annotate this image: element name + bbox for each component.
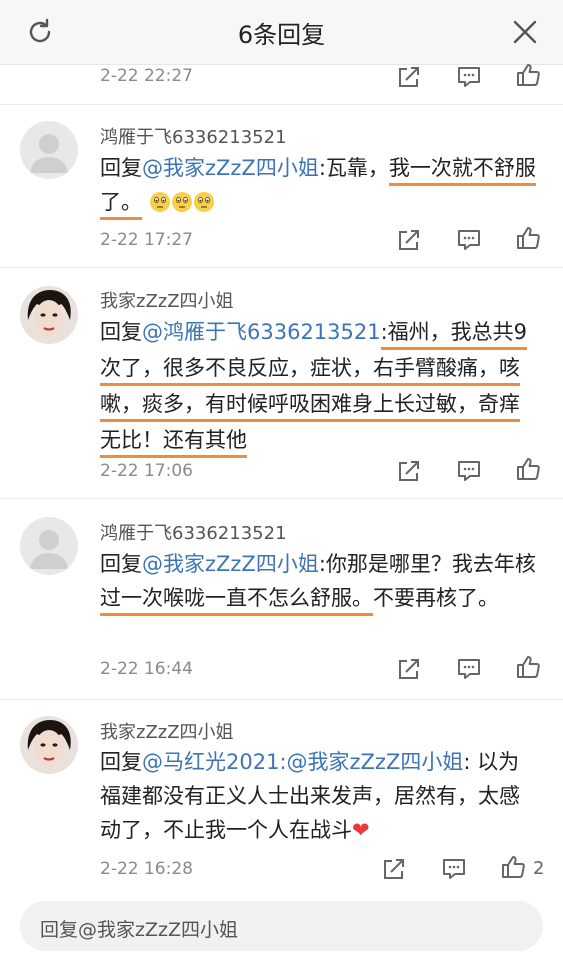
comment-icon[interactable] [456, 64, 482, 90]
mention-link[interactable]: :@我家zZzZ四小姐 [279, 750, 463, 774]
comment-text: 回复@我家zZzZ四小姐:瓦靠，我一次就不舒服了。 [100, 151, 540, 220]
timestamp: 2-22 17:06 [100, 461, 193, 481]
timestamp: 2-22 22:27 [100, 66, 193, 86]
text: :瓦靠， [318, 156, 389, 180]
avatar-user[interactable] [20, 286, 78, 344]
avatar-default[interactable] [20, 517, 78, 575]
mention-link[interactable]: @我家zZzZ四小姐 [142, 156, 319, 180]
avatar-user[interactable] [20, 716, 78, 774]
like-icon[interactable] [515, 225, 541, 251]
mention-link[interactable]: @鸿雁于飞6336213521 [142, 320, 381, 344]
mention-link[interactable]: @我家zZzZ四小姐 [142, 552, 319, 576]
dialog-header: 6条回复 [0, 0, 563, 65]
timestamp: 2-22 17:27 [100, 230, 193, 250]
avatar-default[interactable] [20, 121, 78, 179]
close-icon[interactable] [512, 19, 538, 45]
text: :你那是哪里？我去年核 [318, 552, 536, 576]
comment-text: 回复@马红光2021:@我家zZzZ四小姐: 以为福建都没有正义人士出来发声，居… [100, 745, 540, 847]
reply-prefix: 回复 [100, 156, 142, 180]
username[interactable]: 鸿雁于飞6336213521 [100, 123, 287, 149]
comment-item: 鸿雁于飞6336213521 回复@我家zZzZ四小姐:瓦靠，我一次就不舒服了。… [0, 105, 563, 268]
comment-text: 回复@鸿雁于飞6336213521:福州，我总共9次了，很多不良反应，症状，右手… [100, 314, 540, 458]
text: 不要再核了。 [373, 586, 499, 610]
hmm-emoji-icon [193, 192, 214, 212]
share-icon[interactable] [396, 227, 422, 253]
reply-prefix: 回复 [100, 750, 142, 774]
highlighted-text: 过一次喉咙一直不怎么舒服。 [100, 586, 373, 616]
comment-text: 回复@我家zZzZ四小姐:你那是哪里？我去年核过一次喉咙一直不怎么舒服。不要再核… [100, 547, 540, 616]
username[interactable]: 鸿雁于飞6336213521 [100, 519, 287, 545]
hmm-emoji-icon [171, 192, 192, 212]
dialog-title: 6条回复 [237, 21, 326, 49]
like-icon[interactable] [515, 654, 541, 680]
share-icon[interactable] [396, 64, 422, 90]
heart-emoji: ❤ [352, 818, 370, 842]
comment-item: 鸿雁于飞6336213521 回复@我家zZzZ四小姐:你那是哪里？我去年核过一… [0, 499, 563, 700]
like-count: 2 [533, 858, 545, 879]
comment-icon[interactable] [456, 656, 482, 682]
username[interactable]: 我家zZzZ四小姐 [100, 718, 234, 744]
username[interactable]: 我家zZzZ四小姐 [100, 287, 234, 313]
comment-icon[interactable] [456, 458, 482, 484]
reply-prefix: 回复 [100, 552, 142, 576]
comment-item: 我家zZzZ四小姐 回复@马红光2021:@我家zZzZ四小姐: 以为福建都没有… [0, 700, 563, 890]
like-icon[interactable] [515, 62, 541, 88]
comment-icon[interactable] [441, 856, 467, 882]
comment-meta-row: 2-22 22:27 [0, 64, 563, 105]
reply-placeholder: 回复@我家zZzZ四小姐 [40, 919, 238, 941]
timestamp: 2-22 16:44 [100, 659, 193, 679]
share-icon[interactable] [396, 458, 422, 484]
reply-input[interactable]: 回复@我家zZzZ四小姐 [20, 901, 543, 951]
reply-prefix: 回复 [100, 320, 142, 344]
like-icon[interactable] [500, 854, 526, 880]
share-icon[interactable] [381, 856, 407, 882]
mention-link[interactable]: @马红光2021 [142, 750, 279, 774]
share-icon[interactable] [396, 656, 422, 682]
comment-icon[interactable] [456, 227, 482, 253]
comment-item: 我家zZzZ四小姐 回复@鸿雁于飞6336213521:福州，我总共9次了，很多… [0, 268, 563, 499]
timestamp: 2-22 16:28 [100, 859, 193, 879]
like-icon[interactable] [515, 456, 541, 482]
hmm-emoji-icon [149, 192, 170, 212]
